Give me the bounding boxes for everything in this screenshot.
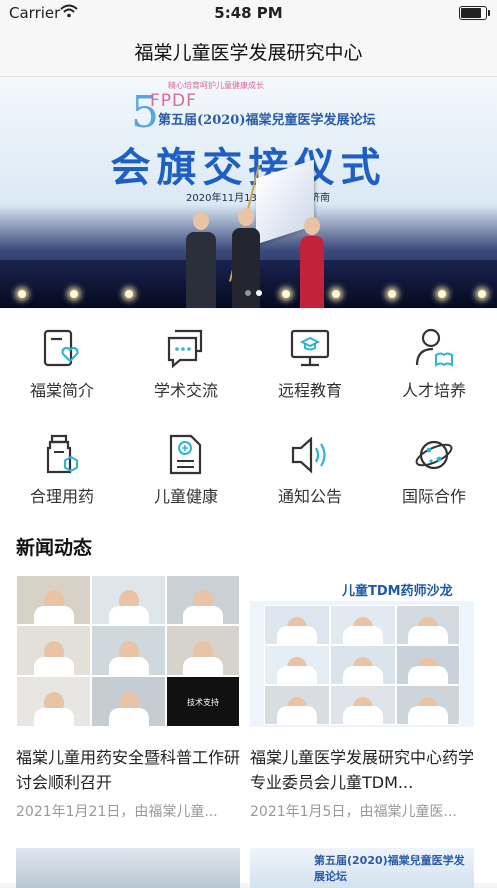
navigation-bar: 福棠儿童医学发展研究中心 [0,26,497,77]
banner-carousel[interactable]: 5 精心培育呵护儿童健康成长 FPDF 第五届(2020)福棠兒童医学发展论坛 … [0,77,497,308]
banner-forum-title: 第五届(2020)福棠兒童医学发展论坛 [158,113,376,128]
news-title: 福棠儿童医学发展研究中心药学专业委员会儿童TDM... [250,748,474,792]
chat-bubbles-icon [167,329,203,369]
medicine-bottle-icon [46,434,78,474]
menu-item-notices[interactable]: 通知公告 [248,415,372,521]
banner-brand: FPDF [150,91,197,111]
video-tile [264,605,330,645]
news-thumbnail: 儿童TDM药师沙龙 [250,575,474,727]
menu-label: 国际合作 [401,487,466,506]
menu-label: 学术交流 [153,381,218,400]
person-figure [186,232,216,308]
menu-label: 人才培养 [401,381,466,400]
video-tile [330,605,396,645]
clock: 5:48 PM [214,4,283,22]
person-book-icon [415,328,453,367]
video-tile [264,685,330,725]
page-title: 福棠儿童医学发展研究中心 [134,41,363,64]
speaker-icon [291,436,326,474]
video-tile [396,685,460,725]
menu-item-medicine[interactable]: 合理用药 [0,415,124,521]
peek-forum-title: 第五届(2020)福棠兒童医学发展论坛 [314,854,465,883]
stage-light [125,290,133,298]
menu-item-international[interactable]: 国际合作 [372,415,496,521]
news-card-peek[interactable]: 第五届(2020)福棠兒童医学发展论坛 [250,848,474,888]
menu-item-child-health[interactable]: 儿童健康 [124,415,248,521]
menu-item-talent[interactable]: 人才培养 [372,309,496,415]
monitor-graduation-icon [290,329,330,367]
stage-light [438,290,446,298]
menu-label: 福棠简介 [29,381,94,400]
person-figure [300,236,324,308]
news-card-peek[interactable] [16,848,240,888]
status-bar: Carrier 5:48 PM [0,0,497,26]
video-tile [264,645,330,685]
stage-light [70,290,78,298]
news-card[interactable]: 儿童TDM药师沙龙 福棠儿童医学发展研究中心药学专业委员会儿童TDM... 20… [250,575,474,821]
carousel-indicator[interactable] [245,290,262,296]
health-document-icon [169,434,202,475]
tdm-banner-title: 儿童TDM药师沙龙 [342,584,453,599]
banner-slogan: 精心培育呵护儿童健康成长 [168,81,264,90]
battery-icon [459,6,490,20]
video-tile [166,575,240,625]
video-tile [396,605,460,645]
thumbnail-header: 儿童TDM药师沙龙 [250,575,474,601]
video-tile [91,625,166,676]
news-meta: 2021年1月21日，由福棠儿童... [16,804,218,820]
person-head [238,208,254,226]
menu-label: 儿童健康 [153,487,218,506]
video-tile [166,625,240,676]
banner-headline: 会旗交接仪式 [110,144,387,191]
person-head [193,212,209,230]
menu-label: 通知公告 [277,487,342,506]
person-head [304,217,320,235]
video-tile [16,676,91,727]
news-title: 福棠儿童用药安全暨科普工作研讨会顺利召开 [16,748,240,792]
carousel-dot[interactable] [245,290,251,296]
person-figure [232,228,260,308]
carousel-dot[interactable] [256,290,262,296]
video-tile [396,645,460,685]
news-meta: 2021年1月5日，由福棠儿童医... [250,804,457,820]
section-title: 新闻动态 [16,537,93,559]
stage-light [18,290,26,298]
menu-label: 远程教育 [277,381,342,400]
menu-item-intro[interactable]: 福棠简介 [0,309,124,415]
news-section: 新闻动态 技术支持 福棠儿童用药安全暨科普工作研讨会顺利召开 2021年1月21… [0,521,497,888]
video-tile [91,575,166,625]
heart-card-icon [43,329,79,367]
video-tile [16,625,91,676]
news-thumbnail: 技术支持 [16,575,240,727]
video-tile: 技术支持 [166,676,240,727]
menu-item-remote-education[interactable]: 远程教育 [248,309,372,415]
video-tile [91,676,166,727]
video-tile [16,575,91,625]
stage-light [478,290,486,298]
menu-item-academic[interactable]: 学术交流 [124,309,248,415]
news-card[interactable]: 技术支持 福棠儿童用药安全暨科普工作研讨会顺利召开 2021年1月21日，由福棠… [16,575,240,821]
globe-orbit-icon [415,440,453,470]
menu-grid: 福棠简介 学术交流 远程教育 人才培养 合理用药 儿童健康 通知公告 国际合作 [0,309,497,521]
video-tile [330,645,396,685]
video-tile [330,685,396,725]
support-label: 技术支持 [187,698,219,707]
stage-light [282,290,290,298]
stage-light [388,290,396,298]
stage-light [332,290,340,298]
menu-label: 合理用药 [29,487,94,506]
